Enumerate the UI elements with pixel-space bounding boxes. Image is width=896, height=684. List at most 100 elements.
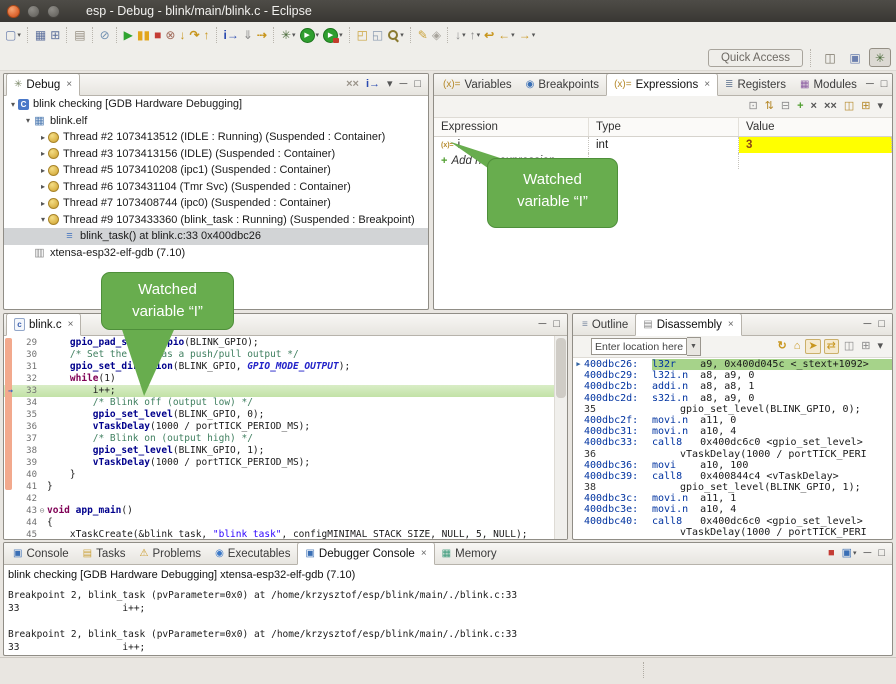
- location-combo[interactable]: Enter location here ▼: [591, 337, 701, 356]
- debug-tree-row[interactable]: ▾Thread #9 1073433360 (blink_task : Runn…: [4, 212, 428, 229]
- dropdown-arrow-icon[interactable]: ▾: [462, 31, 466, 39]
- debug-tree-row[interactable]: ▸Thread #2 1073413512 (IDLE : Running) (…: [4, 129, 428, 146]
- console-output[interactable]: Breakpoint 2, blink_task (pvParameter=0x…: [4, 583, 892, 654]
- mark-occurrences-icon[interactable]: ✎: [416, 26, 430, 45]
- minimize-icon[interactable]: ─: [862, 547, 874, 560]
- window-maximize-button[interactable]: [47, 5, 60, 18]
- back-icon[interactable]: ←▾: [496, 26, 517, 45]
- step-over-icon[interactable]: ↷: [187, 26, 201, 45]
- maximize-icon[interactable]: □: [876, 318, 887, 331]
- close-icon[interactable]: ×: [66, 79, 72, 90]
- dropdown-arrow-icon[interactable]: ▾: [316, 31, 320, 39]
- disassembly-listing[interactable]: ▶400dbc26:l32r a9, 0x400d045c <_stext+10…: [573, 358, 892, 540]
- search-icon[interactable]: ▾: [385, 26, 406, 45]
- column-header-type[interactable]: Type: [589, 118, 739, 136]
- open-resource-icon[interactable]: ◱: [370, 26, 385, 45]
- close-icon[interactable]: ×: [704, 79, 710, 90]
- dropdown-arrow-icon[interactable]: ▾: [400, 31, 404, 39]
- maximize-icon[interactable]: □: [412, 78, 423, 91]
- previous-annotation-icon[interactable]: ↑▾: [468, 26, 483, 45]
- tree-expander-icon[interactable]: ▸: [38, 182, 48, 191]
- tree-expander-icon[interactable]: ▾: [23, 116, 33, 125]
- show-type-names-icon[interactable]: ⊡: [746, 100, 759, 113]
- forward-icon[interactable]: →▾: [517, 26, 538, 45]
- debug-tree-row[interactable]: ▸Thread #6 1073431104 (Tmr Svc) (Suspend…: [4, 179, 428, 196]
- remove-all-expressions-icon[interactable]: ××: [822, 100, 839, 113]
- home-icon[interactable]: ⌂: [792, 340, 803, 353]
- last-edit-location-icon[interactable]: ↩: [482, 26, 496, 45]
- build-icon[interactable]: ▤: [72, 26, 87, 45]
- dropdown-arrow-icon[interactable]: ▾: [339, 31, 343, 39]
- location-input[interactable]: Enter location here: [591, 338, 687, 355]
- close-icon[interactable]: ×: [728, 319, 734, 330]
- external-tools-icon[interactable]: ▶▾: [321, 26, 345, 45]
- maximize-icon[interactable]: □: [876, 547, 887, 560]
- window-close-button[interactable]: [7, 5, 20, 18]
- new-view-icon[interactable]: ◫: [842, 100, 856, 113]
- debug-perspective-icon[interactable]: ✳: [869, 48, 891, 67]
- disconnect-icon[interactable]: ⊗: [163, 26, 177, 45]
- view-menu-icon[interactable]: ▾: [875, 340, 885, 353]
- tree-expander-icon[interactable]: ▾: [8, 100, 18, 109]
- new-wizard-icon[interactable]: ▢▾: [3, 26, 23, 45]
- tab-debug[interactable]: ✳Debug×: [6, 73, 80, 96]
- close-icon[interactable]: ×: [68, 319, 74, 330]
- debug-icon[interactable]: ✳▾: [279, 26, 298, 45]
- debug-tree-row[interactable]: ▸Thread #7 1073408744 (ipc0) (Suspended …: [4, 195, 428, 212]
- minimize-icon[interactable]: ─: [398, 78, 410, 91]
- editor-vertical-scrollbar[interactable]: [554, 336, 567, 539]
- debug-tree-row[interactable]: ≡blink_task() at blink.c:33 0x400dbc26: [4, 228, 428, 245]
- drop-to-frame-icon[interactable]: ⇓: [241, 26, 255, 45]
- minimize-icon[interactable]: ─: [537, 318, 549, 331]
- dropdown-arrow-icon[interactable]: ▾: [511, 31, 515, 39]
- view-menu-icon[interactable]: ▾: [385, 78, 395, 91]
- tab-registers[interactable]: ≣Registers: [718, 74, 793, 95]
- debug-tree-row[interactable]: ▸Thread #3 1073413156 (IDLE) (Suspended …: [4, 146, 428, 163]
- dropdown-arrow-icon[interactable]: ▾: [292, 31, 296, 39]
- next-annotation-icon[interactable]: ↓▾: [453, 26, 468, 45]
- pin-view-icon[interactable]: ⊞: [859, 340, 872, 353]
- instruction-stepping-icon[interactable]: i→: [222, 26, 241, 45]
- debug-launch-tree[interactable]: ▾Cblink checking [GDB Hardware Debugging…: [4, 96, 428, 261]
- tab-tasks[interactable]: ▤Tasks: [76, 543, 133, 564]
- skip-all-breakpoints-icon[interactable]: ⊘: [98, 26, 112, 45]
- dropdown-arrow-icon[interactable]: ▾: [853, 549, 857, 557]
- minimize-icon[interactable]: ─: [864, 78, 876, 91]
- column-header-value[interactable]: Value: [739, 118, 892, 136]
- new-view-icon[interactable]: ◫: [842, 340, 856, 353]
- fold-marker-icon[interactable]: ⊖: [37, 505, 47, 517]
- track-expression-icon[interactable]: ➤: [805, 339, 820, 354]
- add-expression-icon[interactable]: +: [795, 100, 805, 113]
- tab-blink-c[interactable]: cblink.c×: [6, 313, 81, 336]
- terminate-icon[interactable]: ■: [826, 547, 837, 560]
- open-element-icon[interactable]: ◰: [355, 26, 370, 45]
- tab-executables[interactable]: ◉Executables: [208, 543, 297, 564]
- window-minimize-button[interactable]: [27, 5, 40, 18]
- tab-outline[interactable]: ≡Outline: [575, 314, 635, 335]
- remove-expression-icon[interactable]: ×: [809, 100, 819, 113]
- cpp-perspective-icon[interactable]: ▣: [844, 48, 866, 67]
- tab-console[interactable]: ▣Console: [6, 543, 76, 564]
- instruction-stepping-icon[interactable]: i→: [364, 78, 382, 91]
- refresh-icon[interactable]: ↻: [776, 340, 789, 353]
- tab-problems[interactable]: ⚠Problems: [133, 543, 209, 564]
- resume-icon[interactable]: ▶: [122, 26, 135, 45]
- debug-tree-row[interactable]: ▥xtensa-esp32-elf-gdb (7.10): [4, 245, 428, 262]
- remove-all-terminated-icon[interactable]: ××: [344, 78, 361, 91]
- dropdown-arrow-icon[interactable]: ▾: [532, 31, 536, 39]
- tree-expander-icon[interactable]: ▸: [38, 133, 48, 142]
- save-icon[interactable]: ▦: [33, 26, 48, 45]
- tree-expander-icon[interactable]: ▸: [38, 149, 48, 158]
- suspend-icon[interactable]: ▮▮: [135, 26, 152, 45]
- debug-tree-row[interactable]: ▸Thread #5 1073410208 (ipc1) (Suspended …: [4, 162, 428, 179]
- minimize-icon[interactable]: ─: [862, 318, 874, 331]
- debug-tree-row[interactable]: ▾▦blink.elf: [4, 113, 428, 130]
- save-all-icon[interactable]: ⊞: [48, 26, 62, 45]
- code-editor[interactable]: 29 gpio_pad_select_gpio(BLINK_GPIO);30 /…: [4, 336, 567, 539]
- view-menu-icon[interactable]: ▾: [875, 100, 885, 113]
- tab-disassembly[interactable]: ▤Disassembly×: [635, 313, 741, 336]
- tab-expressions[interactable]: (x)=Expressions×: [606, 73, 718, 96]
- close-icon[interactable]: ×: [421, 548, 427, 559]
- tree-expander-icon[interactable]: ▸: [38, 199, 48, 208]
- maximize-icon[interactable]: □: [879, 78, 890, 91]
